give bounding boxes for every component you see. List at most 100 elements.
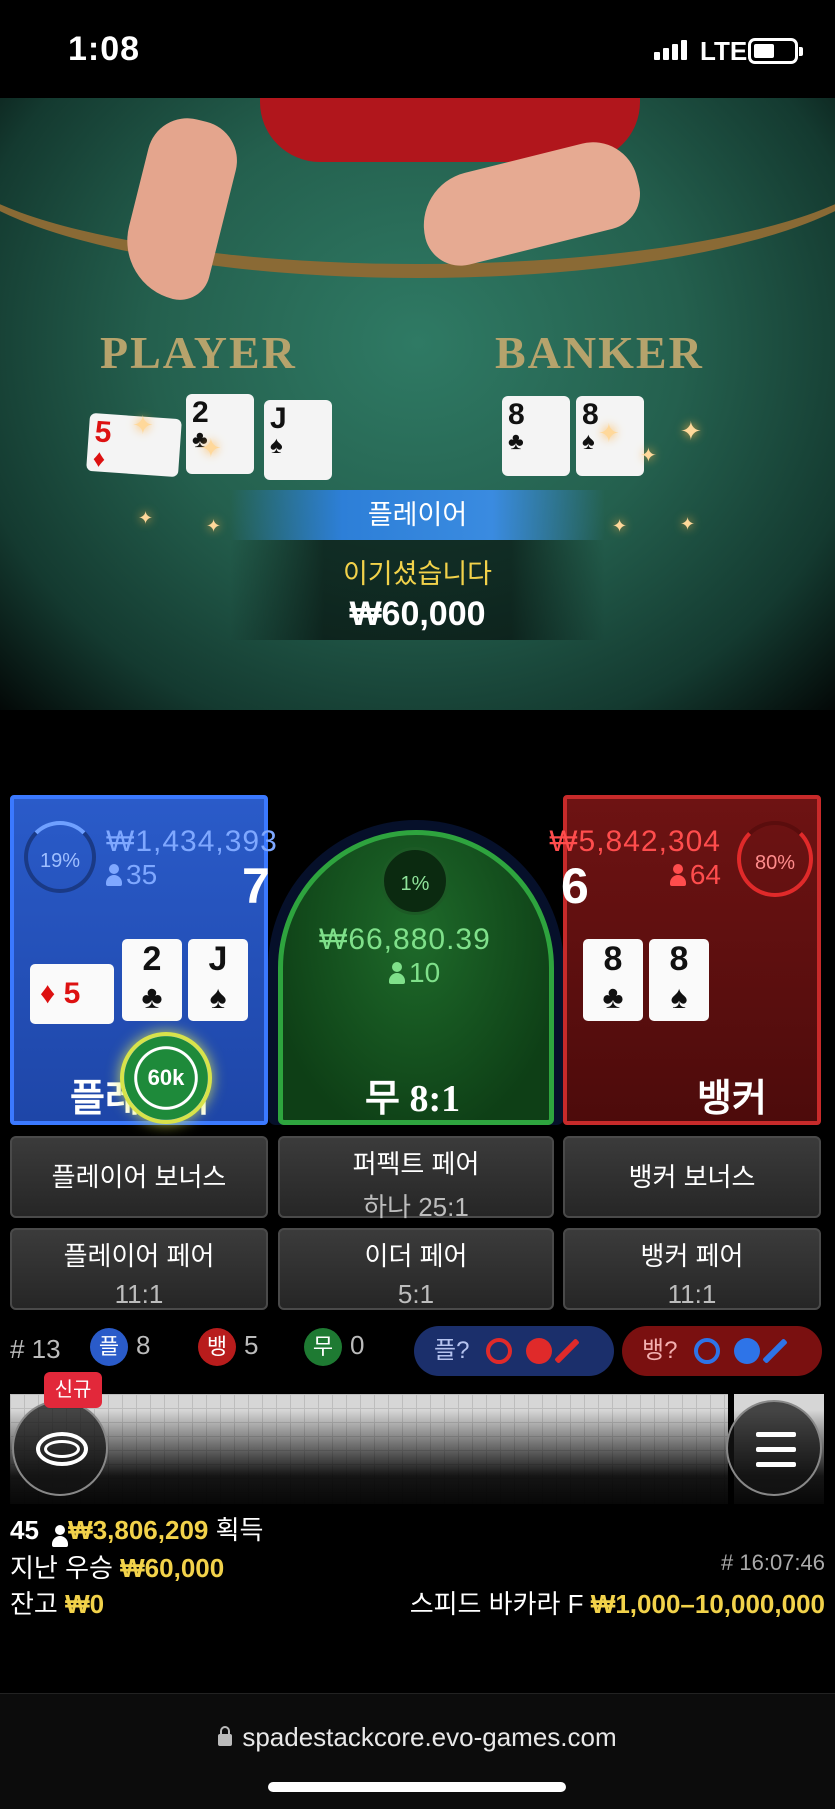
banker-ask-button[interactable]: 뱅? xyxy=(622,1326,822,1376)
player-ask-label: 플? xyxy=(434,1337,470,1364)
win-amount: ₩60,000 xyxy=(349,595,486,633)
live-video: PLAYER BANKER 5 ♦ 2 ♣ J ♠ 8 ♣ 8 ♠ ✦ ✦ ✦ ✦ ✦ ✦… xyxy=(0,98,835,710)
banker-percent: 80% xyxy=(737,821,813,897)
player-wins-count: 8 xyxy=(136,1329,151,1360)
big-road-circle-icon xyxy=(486,1338,512,1364)
felt-banker-label: BANKER xyxy=(495,327,704,378)
url-display[interactable]: spadestackcore.evo-games.com xyxy=(0,1722,835,1753)
tie-wins-stat: 무0 xyxy=(304,1328,364,1366)
cockroach-slash-icon xyxy=(554,1338,580,1364)
banker-badge: 뱅 xyxy=(198,1328,236,1366)
win-label: 이기셨습니다 xyxy=(342,559,493,589)
tie-zone-label: 무 8:1 xyxy=(365,1078,461,1120)
banker-pair-button[interactable]: 뱅커 페어 11:1 xyxy=(563,1228,821,1310)
player-card-1: ♦ 5 xyxy=(30,964,114,1024)
banker-pair-odds: 11:1 xyxy=(667,1279,717,1309)
banker-bettors-count: 64 xyxy=(689,859,721,890)
sparkle-icon: ✦ xyxy=(680,416,702,446)
lobby-table-inner-icon xyxy=(44,1440,80,1458)
battery-icon xyxy=(748,38,803,64)
player-percent: 19% xyxy=(24,821,96,893)
player-badge: 플 xyxy=(90,1328,128,1366)
won-suffix: 획득 xyxy=(215,1515,264,1545)
banker-wins-stat: 뱅5 xyxy=(198,1328,258,1366)
table-name: 스피드 바카라 F xyxy=(409,1589,584,1619)
menu-icon xyxy=(756,1462,796,1467)
either-pair-button[interactable]: 이더 페어 5:1 xyxy=(278,1228,554,1310)
tie-badge: 무 xyxy=(304,1328,342,1366)
menu-icon xyxy=(756,1432,796,1437)
signal-icon xyxy=(654,40,687,60)
status-bar: 1:08 LTE xyxy=(0,0,835,98)
home-indicator[interactable] xyxy=(268,1782,566,1792)
sparkle-icon: ✦ xyxy=(200,433,222,463)
balance-amount: ₩0 xyxy=(65,1589,105,1619)
stats-row: # 13 플8 뱅5 무0 플? 뱅? xyxy=(10,1326,825,1376)
balance: 잔고 ₩0 xyxy=(10,1584,104,1621)
table-limits: 스피드 바카라 F ₩1,000–10,000,000 xyxy=(410,1584,825,1621)
network-label: LTE xyxy=(700,36,748,66)
player-bettors: 35 xyxy=(106,859,157,891)
person-icon xyxy=(669,864,686,886)
tie-stake: ₩66,880.39 xyxy=(319,923,491,956)
banker-pair-label: 뱅커 페어 xyxy=(640,1241,744,1271)
person-icon xyxy=(106,864,122,886)
banker-wins-count: 5 xyxy=(244,1329,259,1360)
sparkle-icon: ✦ xyxy=(598,418,620,448)
chip-60k[interactable]: 60k xyxy=(124,1036,208,1120)
sparkle-icon: ✦ xyxy=(132,410,154,440)
banker-ask-label: 뱅? xyxy=(642,1337,678,1364)
total-won-amount: ₩3,806,209 xyxy=(68,1515,209,1545)
player-pair-label: 플레이어 페어 xyxy=(63,1241,215,1271)
perfect-pair-label: 퍼펙트 페어 xyxy=(352,1149,480,1179)
winners-count: 45 xyxy=(10,1515,39,1545)
betting-area: 19% ₩1,434,393 35 7 ♦ 5 2♣ J♠ 플레이어 60k 1… xyxy=(0,710,835,1809)
balance-label: 잔고 xyxy=(10,1589,58,1619)
player-ask-button[interactable]: 플? xyxy=(414,1326,614,1376)
bet-limits: ₩1,000–10,000,000 xyxy=(590,1589,825,1619)
banker-bettors: 64 xyxy=(657,859,721,891)
total-winners: 45 ₩3,806,209 획득 xyxy=(10,1510,263,1547)
sparkle-icon: ✦ xyxy=(680,514,696,534)
url-text: spadestackcore.evo-games.com xyxy=(242,1722,617,1752)
player-bonus-button[interactable]: 플레이어 보너스 xyxy=(10,1136,268,1218)
player-wins-stat: 플8 xyxy=(90,1328,150,1366)
player-card-2: 2 ♣ xyxy=(122,939,182,1021)
status-time: 1:08 xyxy=(68,30,141,68)
sparkle-icon: ✦ xyxy=(612,516,628,536)
player-card-3: J ♠ xyxy=(188,939,248,1021)
player-bonus-label: 플레이어 보너스 xyxy=(51,1162,227,1192)
banker-bonus-label: 뱅커 보너스 xyxy=(628,1162,756,1192)
lobby-button[interactable] xyxy=(12,1400,108,1496)
person-icon xyxy=(52,1525,69,1547)
tie-percent: 1% xyxy=(381,847,449,915)
win-panel: 이기셨습니다 ₩60,000 xyxy=(230,540,605,640)
big-road-circle-icon xyxy=(694,1338,720,1364)
tie-bettors: 10 xyxy=(389,957,440,989)
banker-card-1: 8 ♣ xyxy=(583,939,643,1021)
tie-wins-count: 0 xyxy=(350,1329,365,1360)
result-banner: 플레이어 xyxy=(230,490,605,540)
tie-bet-spot[interactable]: 1% ₩66,880.39 10 무 8:1 xyxy=(278,830,554,1125)
menu-icon xyxy=(756,1447,796,1452)
banker-score: 6 xyxy=(561,858,589,914)
banker-bonus-button[interactable]: 뱅커 보너스 xyxy=(563,1136,821,1218)
perfect-pair-button[interactable]: 퍼펙트 페어 하나 25:1 xyxy=(278,1136,554,1222)
sparkle-icon: ✦ xyxy=(138,508,154,528)
video-player-card-3: J ♠ xyxy=(264,400,332,480)
roadmap-fade xyxy=(0,1410,835,1520)
browser-url-bar[interactable]: spadestackcore.evo-games.com xyxy=(0,1693,835,1809)
player-score: 7 xyxy=(242,858,270,914)
player-pair-button[interactable]: 플레이어 페어 11:1 xyxy=(10,1228,268,1310)
banker-bet-spot[interactable]: ₩5,842,304 64 80% 6 8 ♣ 8 ♠ 뱅커 xyxy=(549,795,821,1125)
player-stake: ₩1,434,393 xyxy=(106,825,278,858)
menu-button[interactable] xyxy=(726,1400,822,1496)
small-road-dot-icon xyxy=(734,1338,760,1364)
player-pair-odds: 11:1 xyxy=(114,1279,164,1309)
either-pair-odds: 5:1 xyxy=(397,1279,435,1309)
last-win-amount: ₩60,000 xyxy=(120,1553,225,1583)
felt-player-label: PLAYER xyxy=(100,327,297,378)
video-banker-card-1: 8 ♣ xyxy=(502,396,570,476)
either-pair-label: 이더 페어 xyxy=(364,1241,468,1271)
tie-bettors-count: 10 xyxy=(409,957,441,988)
